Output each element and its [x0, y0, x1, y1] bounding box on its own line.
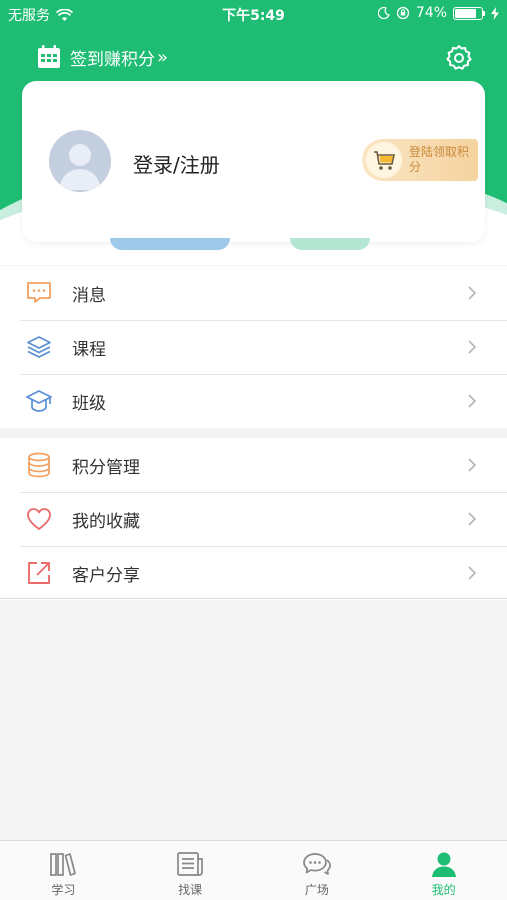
menu-item-label: 积分管理: [72, 457, 140, 478]
person-icon: [429, 849, 459, 879]
tab-mine[interactable]: 我的: [380, 841, 507, 900]
tab-square[interactable]: 广场: [254, 841, 381, 900]
menu-item-share[interactable]: 客户分享: [0, 546, 507, 600]
orientation-lock-icon: [396, 6, 410, 20]
claim-points-badge[interactable]: 登陆领取积分: [362, 139, 478, 181]
menu-item-label: 客户分享: [72, 565, 140, 586]
gear-icon[interactable]: [445, 44, 473, 72]
tab-find-course[interactable]: 找课: [127, 841, 254, 900]
shopping-cart-icon: [366, 142, 402, 178]
menu-group-primary: 消息 课程 班级: [0, 266, 507, 428]
status-bar: 无服务 下午5:49 74%: [0, 0, 507, 28]
menu-item-points[interactable]: 积分管理: [0, 438, 507, 492]
checkin-chevron-icon: »: [157, 46, 169, 68]
avatar[interactable]: [49, 130, 111, 192]
chevron-right-icon: [468, 458, 477, 472]
news-icon: [175, 849, 205, 879]
tab-study[interactable]: 学习: [0, 841, 127, 900]
charging-icon: [491, 6, 499, 20]
tab-label: 我的: [431, 883, 456, 897]
battery-percent: 74%: [415, 5, 447, 21]
books-icon: [48, 849, 78, 879]
login-register-link[interactable]: 登录/注册: [133, 149, 220, 178]
chevron-right-icon: [468, 286, 477, 300]
layers-icon: [25, 333, 53, 361]
decorative-arc: [290, 238, 370, 250]
chevron-right-icon: [468, 512, 477, 526]
tab-label: 学习: [51, 883, 76, 897]
menu-item-messages[interactable]: 消息: [0, 266, 507, 320]
message-icon: [25, 279, 53, 307]
menu-item-label: 消息: [72, 285, 106, 306]
graduation-cap-icon: [25, 387, 53, 415]
menu-group-secondary: 积分管理 我的收藏 客户分享: [0, 438, 507, 600]
claim-points-label: 登陆领取积分: [409, 145, 470, 174]
chevron-right-icon: [468, 394, 477, 408]
menu-item-courses[interactable]: 课程: [0, 320, 507, 374]
coin-stack-icon: [25, 451, 53, 479]
heart-icon: [25, 505, 53, 533]
chevron-right-icon: [468, 340, 477, 354]
profile-card: 登录/注册 登陆领取积分: [22, 81, 485, 242]
decorative-arc: [110, 238, 230, 250]
tab-label: 找课: [178, 883, 203, 897]
menu-item-label: 班级: [72, 393, 106, 414]
menu-item-label: 课程: [72, 339, 106, 360]
chat-icon: [302, 849, 332, 879]
tab-bar: 学习 找课 广场 我的: [0, 840, 507, 900]
calendar-icon: [38, 45, 60, 68]
tab-label: 广场: [304, 883, 329, 897]
checkin-button[interactable]: 签到赚积分 »: [36, 44, 168, 70]
menu-item-favorites[interactable]: 我的收藏: [0, 492, 507, 546]
checkin-label: 签到赚积分: [70, 49, 155, 70]
battery-icon: [453, 6, 485, 20]
moon-icon: [377, 7, 390, 19]
divider: [0, 598, 507, 599]
menu-item-classes[interactable]: 班级: [0, 374, 507, 428]
chevron-right-icon: [468, 566, 477, 580]
menu-item-label: 我的收藏: [72, 511, 140, 532]
share-icon: [25, 559, 53, 587]
